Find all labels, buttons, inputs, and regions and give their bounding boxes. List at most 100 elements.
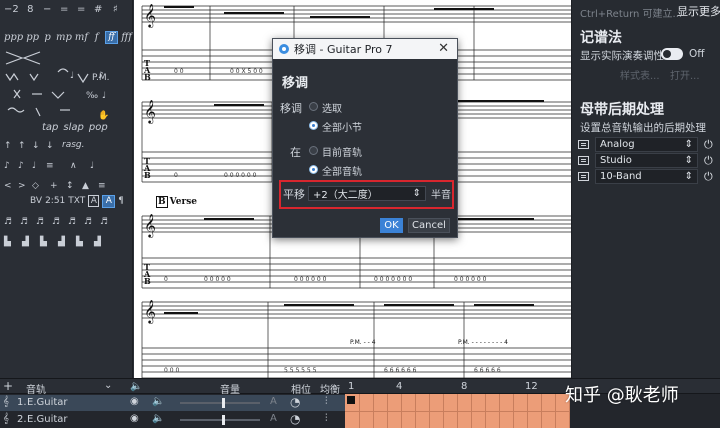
palette-button[interactable]: = bbox=[76, 4, 87, 15]
eq-icon[interactable]: ⫶ bbox=[325, 413, 328, 424]
playhead-marker[interactable] bbox=[347, 396, 355, 404]
dynamic-ppp-button[interactable]: ppp bbox=[4, 32, 23, 43]
option-current-track-label[interactable]: 目前音轨 bbox=[322, 144, 362, 159]
effect-select[interactable]: Analog ⇕ bbox=[595, 137, 698, 152]
speaker-icon[interactable]: 🔈 bbox=[130, 381, 142, 392]
track-row[interactable]: 𝄞 2. E.Guitar ◉ 🔈 A ◔ ⫶ bbox=[0, 412, 345, 428]
dynamic-f-button[interactable]: f bbox=[91, 32, 102, 43]
mute-icon[interactable]: 🔈 bbox=[152, 396, 164, 407]
visibility-icon[interactable]: ◉ bbox=[130, 413, 139, 424]
palette-button[interactable]: − bbox=[42, 4, 53, 15]
pan-knob-icon[interactable]: ◔ bbox=[290, 412, 300, 426]
chevron-down-icon[interactable]: ⌄ bbox=[104, 380, 112, 391]
svg-text:B: B bbox=[144, 72, 151, 82]
power-icon[interactable]: ⏻ bbox=[704, 138, 713, 152]
effect-row-analog: Analog ⇕ ⏻ bbox=[578, 137, 715, 152]
automation-icon[interactable]: A bbox=[270, 396, 277, 407]
svg-text:0 0 0: 0 0 0 bbox=[164, 367, 179, 374]
dynamic-mf-button[interactable]: mf bbox=[75, 32, 88, 43]
annotation-button[interactable]: A bbox=[88, 195, 100, 207]
svg-text:♩: ♩ bbox=[70, 71, 74, 81]
guitar-pro-logo-icon bbox=[279, 44, 289, 54]
close-icon[interactable]: ✕ bbox=[438, 41, 449, 56]
svg-text:◇: ◇ bbox=[32, 181, 39, 191]
radio-current-track[interactable] bbox=[309, 146, 318, 155]
show-more-button[interactable]: 显示更多 bbox=[677, 3, 720, 19]
palette-button[interactable]: = bbox=[59, 4, 70, 15]
paragraph-button[interactable]: ¶ bbox=[118, 196, 124, 206]
palette-palm-mute[interactable]: P.M. bbox=[88, 69, 133, 87]
palette-button[interactable]: 8 bbox=[25, 4, 36, 15]
svg-text:♪: ♪ bbox=[4, 161, 10, 171]
svg-text:▙: ▙ bbox=[39, 235, 48, 247]
svg-text:↑: ↑ bbox=[4, 141, 12, 151]
text-button[interactable]: TXT bbox=[68, 196, 85, 206]
volume-knob[interactable] bbox=[222, 398, 225, 408]
add-track-icon[interactable]: + bbox=[3, 379, 13, 393]
notation-header: 记谱法 bbox=[580, 30, 622, 46]
automation-icon[interactable]: A bbox=[270, 413, 277, 424]
effect-name: Studio bbox=[600, 155, 632, 166]
visibility-icon[interactable]: ◉ bbox=[130, 396, 139, 407]
palette-rasg[interactable]: rasg. bbox=[58, 136, 98, 154]
annotation-selected-button[interactable]: A bbox=[102, 194, 116, 208]
dynamic-p-button[interactable]: p bbox=[42, 32, 53, 43]
radio-all-bars[interactable] bbox=[309, 121, 318, 130]
dynamic-fff-button[interactable]: fff bbox=[121, 32, 132, 43]
effect-select[interactable]: Studio ⇕ bbox=[595, 153, 698, 168]
dialog-titlebar: 移调 - Guitar Pro 7 ✕ bbox=[273, 39, 457, 59]
option-all-bars-label[interactable]: 全部小节 bbox=[322, 119, 362, 134]
transpose-label: 移调 bbox=[280, 102, 302, 115]
volume-knob[interactable] bbox=[222, 415, 225, 425]
option-all-tracks-label[interactable]: 全部音轨 bbox=[322, 163, 362, 178]
dynamic-ff-button[interactable]: ff bbox=[105, 30, 119, 44]
palette-row-octave: −2 8 − = = # ♯ bbox=[0, 0, 133, 18]
option-selection-label[interactable]: 选取 bbox=[322, 100, 342, 115]
cancel-button[interactable]: Cancel bbox=[408, 218, 450, 233]
eq-icon[interactable]: ⫶ bbox=[325, 396, 328, 407]
volume-slider[interactable] bbox=[180, 419, 260, 421]
radio-selection[interactable] bbox=[309, 102, 318, 111]
svg-text:6 6 6 6 6: 6 6 6 6 6 bbox=[474, 367, 501, 374]
svg-text:0 0 0 0 0 0: 0 0 0 0 0 0 bbox=[294, 276, 327, 283]
tap-button[interactable]: tap bbox=[42, 122, 58, 133]
pan-knob-icon[interactable]: ◔ bbox=[290, 395, 300, 409]
palm-mute-label: P.M. bbox=[92, 73, 110, 83]
pop-button[interactable]: pop bbox=[89, 122, 108, 133]
bend-vibrato-button[interactable]: BV bbox=[30, 196, 42, 206]
dynamic-pp-button[interactable]: pp bbox=[26, 32, 39, 43]
slap-button[interactable]: slap bbox=[63, 122, 83, 133]
palette-button[interactable]: ♯ bbox=[110, 4, 121, 15]
mute-icon[interactable]: 🔈 bbox=[152, 413, 164, 424]
svg-text:5 5 5 5 5 5: 5 5 5 5 5 5 bbox=[284, 367, 317, 374]
effect-name: Analog bbox=[600, 139, 635, 150]
semitone-label: 半音 bbox=[431, 190, 451, 201]
stylesheet-button[interactable]: 样式表... bbox=[620, 67, 660, 82]
palette-button[interactable]: # bbox=[93, 4, 104, 15]
section-name: Verse bbox=[169, 197, 198, 207]
radio-all-tracks[interactable] bbox=[309, 165, 318, 174]
volume-slider[interactable] bbox=[180, 402, 260, 404]
power-icon[interactable]: ⏻ bbox=[704, 154, 713, 168]
effect-row-10band: 10-Band ⇕ ⏻ bbox=[578, 169, 715, 184]
dynamic-mp-button[interactable]: mp bbox=[56, 32, 72, 43]
palette-button[interactable]: −2 bbox=[4, 4, 19, 15]
section-letter: B bbox=[156, 196, 168, 208]
svg-text:≡: ≡ bbox=[98, 181, 106, 191]
power-icon[interactable]: ⏻ bbox=[704, 170, 713, 184]
timer-button[interactable]: 2:51 bbox=[45, 196, 65, 206]
bar-number: 1 bbox=[348, 381, 355, 392]
show-pitch-toggle[interactable] bbox=[661, 48, 683, 60]
svg-text:0 0: 0 0 bbox=[174, 68, 184, 75]
svg-text:♬: ♬ bbox=[20, 217, 28, 227]
mastering-description: 设置总音轨输出的后期处理 bbox=[580, 122, 706, 134]
open-button[interactable]: 打开... bbox=[670, 67, 700, 82]
ok-button[interactable]: OK bbox=[380, 218, 403, 233]
track-row[interactable]: 𝄞 1. E.Guitar ◉ 🔈 A ◔ ⫶ bbox=[0, 395, 345, 411]
timeline-grid[interactable] bbox=[345, 394, 570, 428]
dialog-heading: 移调 bbox=[282, 76, 309, 91]
shift-select[interactable]: +2（大二度） ⇕ bbox=[308, 186, 426, 201]
effect-select[interactable]: 10-Band ⇕ bbox=[595, 169, 698, 184]
notation-palette: −2 8 − = = # ♯ ppp pp p mp mf f ff fff ♩… bbox=[0, 0, 133, 378]
effect-row-studio: Studio ⇕ ⏻ bbox=[578, 153, 715, 168]
